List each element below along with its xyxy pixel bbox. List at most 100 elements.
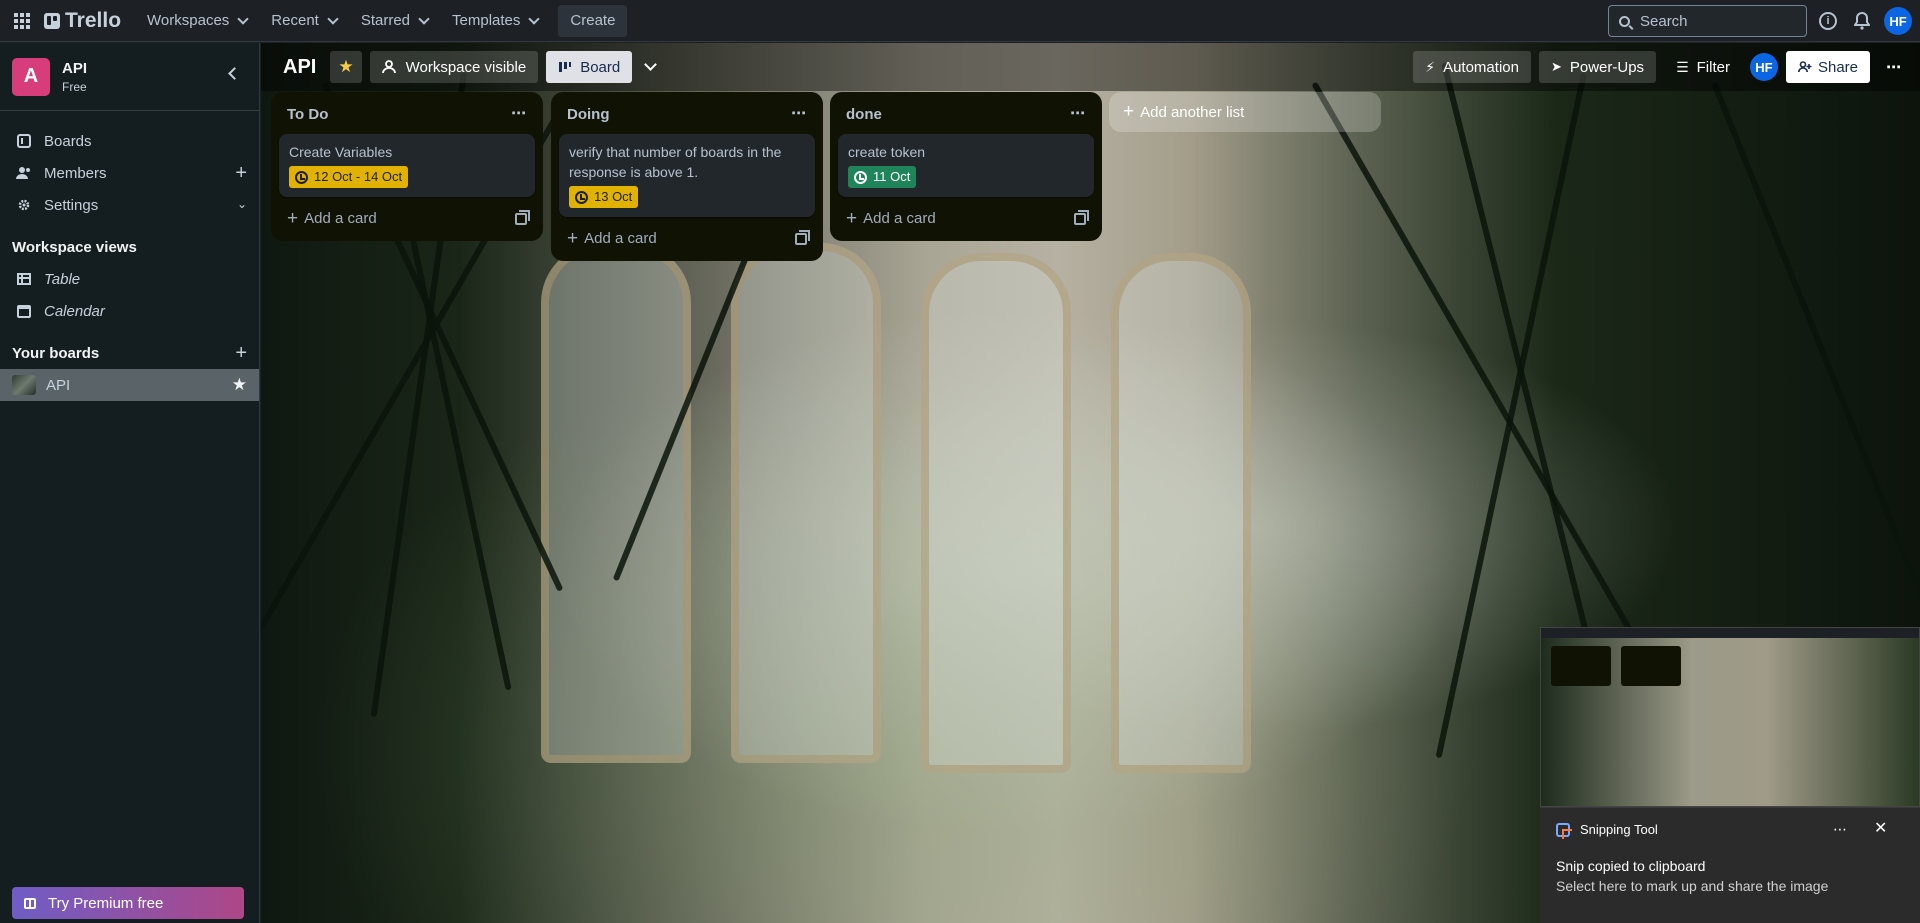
toast-header: Snipping Tool: [1556, 822, 1658, 839]
snip-preview-list: [1621, 646, 1681, 686]
app-switcher-icon[interactable]: [10, 9, 34, 33]
star-board-button[interactable]: ★: [330, 51, 362, 83]
toast-app-name: Snipping Tool: [1580, 822, 1658, 837]
starred-menu[interactable]: Starred: [349, 5, 440, 37]
list-menu-icon[interactable]: ⋯: [791, 104, 807, 122]
add-card-button[interactable]: + Add a card: [279, 203, 535, 235]
list-menu-icon[interactable]: ⋯: [511, 104, 527, 122]
templates-menu-label: Templates: [452, 12, 521, 29]
list-title[interactable]: done: [846, 106, 882, 123]
sidebar-item-settings[interactable]: Settings ⌄: [0, 189, 259, 221]
list-header[interactable]: done ⋯: [838, 100, 1094, 128]
power-ups-label: Power-Ups: [1569, 58, 1645, 76]
search-input[interactable]: Search: [1608, 5, 1807, 37]
list-header[interactable]: To Do ⋯: [279, 100, 535, 128]
card-title: verify that number of boards in the resp…: [569, 144, 782, 180]
due-date-label: 13 Oct: [594, 189, 633, 204]
due-date-badge[interactable]: 11 Oct: [848, 166, 917, 188]
toast-more-icon[interactable]: ⋯: [1833, 821, 1848, 838]
background-window-panel: [1111, 253, 1251, 773]
sidebar-board-api[interactable]: API ★: [0, 369, 259, 401]
add-member-plus-icon[interactable]: +: [235, 162, 247, 185]
sidebar-item-table[interactable]: Table: [0, 263, 259, 295]
workspace-avatar[interactable]: A: [12, 57, 50, 96]
card[interactable]: Create Variables 12 Oct - 14 Oct: [279, 134, 535, 197]
share-label: Share: [1817, 58, 1858, 76]
list-title[interactable]: Doing: [567, 106, 610, 123]
chevron-down-icon: [418, 12, 430, 25]
visibility-button[interactable]: Workspace visible: [369, 51, 539, 83]
close-icon[interactable]: ✕: [1874, 818, 1887, 838]
table-icon: [16, 273, 32, 285]
list-to-do[interactable]: To Do ⋯ Create Variables 12 Oct - 14 Oct…: [271, 92, 543, 241]
due-date-badge[interactable]: 12 Oct - 14 Oct: [289, 166, 409, 188]
templates-menu[interactable]: Templates: [440, 5, 550, 37]
filter-button[interactable]: ☰ Filter: [1664, 51, 1742, 83]
card[interactable]: verify that number of boards in the resp…: [559, 134, 815, 217]
create-from-template-icon[interactable]: [515, 209, 530, 225]
list-doing[interactable]: Doing ⋯ verify that number of boards in …: [551, 92, 823, 261]
create-button[interactable]: Create: [558, 4, 628, 37]
collapse-sidebar-icon[interactable]: [228, 67, 241, 80]
notifications-button[interactable]: [1850, 9, 1874, 33]
add-list-label: Add another list: [1140, 103, 1245, 121]
clock-icon: [854, 170, 867, 184]
snipping-tool-notification[interactable]: Snipping Tool ⋯ ✕ Snip copied to clipboa…: [1540, 807, 1920, 923]
toast-subtitle: Select here to mark up and share the ima…: [1556, 878, 1829, 894]
board-menu-button[interactable]: ⋯: [1878, 51, 1910, 83]
sidebar-item-boards[interactable]: Boards: [0, 125, 259, 157]
sidebar-item-members[interactable]: Members +: [0, 157, 259, 189]
gift-icon: [24, 897, 36, 909]
create-from-template-icon[interactable]: [795, 229, 810, 245]
board-thumbnail: [12, 375, 36, 395]
card[interactable]: create token 11 Oct: [838, 134, 1094, 197]
add-list-button[interactable]: + Add another list: [1109, 92, 1381, 132]
star-icon[interactable]: ★: [232, 375, 247, 395]
bell-icon: [1854, 12, 1870, 30]
automation-button[interactable]: ⚡ Automation: [1413, 51, 1531, 83]
logo-text: Trello: [65, 8, 122, 32]
visibility-label: Workspace visible: [405, 58, 527, 76]
background-window-panel: [921, 253, 1071, 773]
trello-logo-icon: [44, 12, 60, 29]
starred-menu-label: Starred: [360, 12, 411, 29]
recent-menu[interactable]: Recent: [259, 5, 349, 37]
add-card-button[interactable]: + Add a card: [838, 203, 1094, 235]
list-title[interactable]: To Do: [287, 106, 328, 123]
information-button[interactable]: i: [1816, 9, 1840, 33]
view-switcher-chevron[interactable]: [636, 51, 665, 83]
star-icon: ★: [338, 57, 354, 76]
add-card-button[interactable]: + Add a card: [559, 223, 815, 255]
list-menu-icon[interactable]: ⋯: [1070, 104, 1086, 122]
list-done[interactable]: done ⋯ create token 11 Oct + Add a card: [830, 92, 1102, 241]
snip-preview-thumbnail[interactable]: [1540, 627, 1920, 807]
power-ups-button[interactable]: ➤ Power-Ups: [1538, 51, 1657, 83]
account-avatar[interactable]: HF: [1884, 7, 1912, 35]
sidebar-board-label: API: [46, 376, 71, 394]
share-button[interactable]: Share: [1785, 51, 1870, 83]
add-board-plus-icon[interactable]: +: [235, 342, 247, 365]
trello-logo[interactable]: Trello: [44, 9, 121, 33]
list-header[interactable]: Doing ⋯: [559, 100, 815, 128]
card-title: Create Variables: [289, 144, 393, 160]
plus-icon: +: [287, 207, 299, 229]
chevron-down-icon[interactable]: ⌄: [237, 197, 247, 211]
clock-icon: [295, 170, 308, 184]
workspace-sidebar: A API Free Boards Members + Settings ⌄ W…: [0, 43, 260, 923]
sidebar-item-calendar[interactable]: Calendar: [0, 295, 259, 327]
board-member-avatar[interactable]: HF: [1749, 53, 1778, 81]
your-boards-heading: Your boards +: [0, 337, 259, 369]
board-title[interactable]: API: [283, 56, 316, 79]
plus-icon: +: [846, 207, 858, 229]
chevron-down-icon: [528, 12, 541, 25]
due-date-badge[interactable]: 13 Oct: [569, 186, 639, 208]
try-premium-label: Try Premium free: [48, 894, 164, 912]
due-date-label: 12 Oct - 14 Oct: [314, 169, 403, 184]
try-premium-button[interactable]: Try Premium free: [12, 887, 244, 919]
board-view-button[interactable]: Board: [546, 51, 633, 83]
workspace-name[interactable]: API: [62, 60, 87, 77]
workspaces-menu[interactable]: Workspaces: [135, 5, 259, 37]
create-from-template-icon[interactable]: [1074, 209, 1089, 225]
background-palm-leaf: [1311, 81, 1667, 691]
chevron-down-icon: [644, 58, 658, 71]
